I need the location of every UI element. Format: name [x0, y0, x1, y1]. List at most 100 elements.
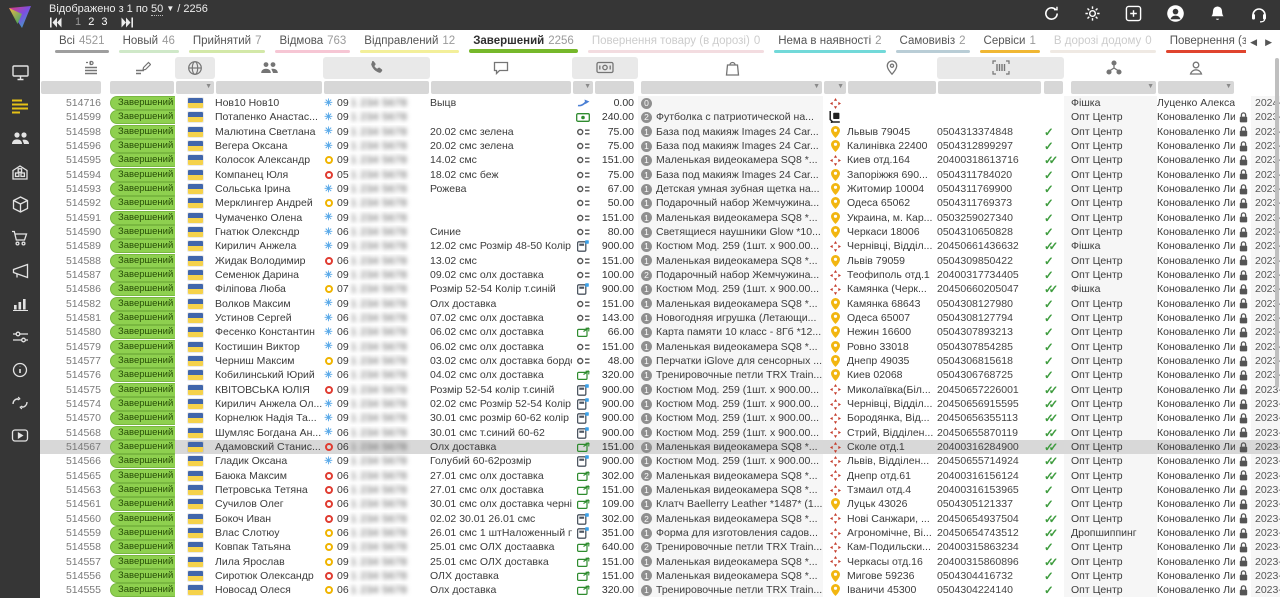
tab-6[interactable]: Завершений2256	[464, 30, 583, 55]
column-filter-input[interactable]	[110, 81, 174, 94]
column-header-comment[interactable]	[430, 57, 572, 79]
table-row[interactable]: 514587ЗавершенийСеменюк Дарина✳091 234 5…	[40, 268, 1280, 282]
table-row[interactable]: 514567ЗавершенийАдамовский Станис...061 …	[40, 440, 1280, 454]
tab-5[interactable]: Відправлений12	[355, 30, 464, 55]
dashboard-monitor-icon[interactable]	[0, 56, 40, 89]
table-row[interactable]: 514590ЗавершенийГнатюк Олексндр✳061 234 …	[40, 225, 1280, 239]
table-row[interactable]: 514558ЗавершенийКовпак Татьяна091 234 56…	[40, 540, 1280, 554]
table-row[interactable]: 514588ЗавершенийЖидак Володимир061 234 5…	[40, 254, 1280, 268]
table-row[interactable]: 514589ЗавершенийКирилич Анжела✳091 234 5…	[40, 239, 1280, 253]
filter-dropdown-icon[interactable]: ▼	[1147, 83, 1154, 90]
refresh-icon[interactable]	[1043, 5, 1060, 22]
info-icon[interactable]	[0, 353, 40, 386]
filter-dropdown-icon[interactable]: ▼	[205, 83, 212, 90]
table-row[interactable]: 514580ЗавершенийФесенко Константин✳061 2…	[40, 325, 1280, 339]
notifications-bell-icon[interactable]	[1209, 5, 1226, 23]
table-row[interactable]: 514555ЗавершенийНовосад Олеся061 234 567…	[40, 583, 1280, 597]
table-row[interactable]: 514561ЗавершенийСучилов Олег061 234 5678…	[40, 497, 1280, 511]
column-filter-input[interactable]: ▼	[824, 81, 846, 94]
column-header-status[interactable]	[108, 57, 175, 79]
table-row[interactable]: 514557ЗавершенийЛила Ярослав091 234 5678…	[40, 555, 1280, 569]
column-header-phone[interactable]	[323, 57, 430, 79]
table-row[interactable]: 514559ЗавершенийВлас Слотюу061 234 56782…	[40, 526, 1280, 540]
table-row[interactable]: 514577ЗавершенийЧерниш Максим091 234 567…	[40, 354, 1280, 368]
page-size-caret-icon[interactable]: ▼	[166, 4, 174, 13]
statistics-chart-icon[interactable]	[0, 287, 40, 320]
page-size-select[interactable]: 50	[151, 3, 163, 16]
table-row[interactable]: 514586ЗавершенийФіліпова Люба071 234 567…	[40, 282, 1280, 296]
company-structure-icon[interactable]	[0, 155, 40, 188]
table-row[interactable]: 514566ЗавершенийГладик Оксана✳091 234 56…	[40, 454, 1280, 468]
table-row[interactable]: 514575ЗавершенийКВІТОВСЬКА ЮЛІЯ091 234 5…	[40, 383, 1280, 397]
column-filter-input[interactable]	[431, 81, 571, 94]
partners-handshake-icon[interactable]	[0, 386, 40, 419]
table-row[interactable]: 514560ЗавершенийБокоч Иван091 234 567802…	[40, 512, 1280, 526]
tabs-scroll-right-icon[interactable]: ▶	[1265, 37, 1272, 48]
column-filter-input[interactable]	[938, 81, 1041, 94]
table-row[interactable]: 514591ЗавершенийЧумаченко Олена✳091 234 …	[40, 211, 1280, 225]
column-filter-input[interactable]: ▼	[1158, 81, 1234, 94]
tab-9[interactable]: Самовивіз2	[891, 30, 975, 55]
tabs-scroll-left-icon[interactable]: ◀	[1250, 37, 1257, 48]
filter-dropdown-icon[interactable]: ▼	[837, 83, 844, 90]
last-page-button[interactable]	[121, 17, 134, 28]
tab-10[interactable]: Сервіси1	[975, 30, 1045, 55]
first-page-button[interactable]	[49, 17, 62, 28]
purchases-cart-icon[interactable]	[0, 221, 40, 254]
table-row[interactable]: 514596ЗавершенийВегера Оксана✳091 234 56…	[40, 139, 1280, 153]
add-new-icon[interactable]	[1125, 5, 1142, 22]
support-headset-icon[interactable]	[1250, 5, 1268, 23]
column-header-country[interactable]	[175, 57, 215, 79]
column-header-delivery-type[interactable]	[823, 57, 847, 79]
table-row[interactable]: 514556ЗавершенийСиротюк Олександр091 234…	[40, 569, 1280, 583]
column-filter-input[interactable]: ▼	[1071, 81, 1156, 94]
table-row[interactable]: 514570ЗавершенийКорнелюк Надія Та...✳091…	[40, 411, 1280, 425]
table-row[interactable]: 514594ЗавершенийКомпанец Юля051 234 5678…	[40, 168, 1280, 182]
tab-2[interactable]: Новый46	[114, 30, 184, 55]
column-filter-input[interactable]: ▼	[641, 81, 822, 94]
vertical-scrollbar[interactable]	[1275, 58, 1279, 388]
page-number-2[interactable]: 2	[86, 16, 96, 28]
filter-dropdown-icon[interactable]: ▼	[584, 83, 591, 90]
column-filter-input[interactable]	[216, 81, 322, 94]
table-row[interactable]: 514716ЗавершенийНов10 Нов10✳091 234 5678…	[40, 96, 1280, 110]
table-row[interactable]: 514579ЗавершенийКостишин Виктор✳091 234 …	[40, 340, 1280, 354]
campaigns-megaphone-icon[interactable]	[0, 254, 40, 287]
page-number-1[interactable]: 1	[73, 16, 83, 28]
column-filter-input[interactable]	[1044, 81, 1063, 94]
table-row[interactable]: 514563ЗавершенийПетровська Тетяна061 234…	[40, 483, 1280, 497]
tab-4[interactable]: Відмова763	[270, 30, 355, 55]
column-filter-input[interactable]	[41, 81, 101, 94]
column-header-location[interactable]	[847, 57, 937, 79]
column-header-products[interactable]	[638, 57, 823, 79]
table-row[interactable]: 514582ЗавершенийВолков Максим✳091 234 56…	[40, 297, 1280, 311]
column-header-manager[interactable]	[1157, 57, 1235, 79]
column-header-customer[interactable]	[215, 57, 323, 79]
column-header-ttn[interactable]	[937, 57, 1064, 79]
contacts-icon[interactable]	[0, 122, 40, 155]
column-filter-input[interactable]: ▼	[176, 81, 214, 94]
column-header-payment[interactable]	[572, 57, 638, 79]
tab-8[interactable]: Нема в наявності2	[769, 30, 890, 55]
column-filter-input[interactable]	[595, 81, 634, 94]
settings-sliders-icon[interactable]	[0, 320, 40, 353]
tab-11[interactable]: В дорозі додому0	[1045, 30, 1161, 55]
table-row[interactable]: 514576ЗавершенийКобилинський Юрий✳061 23…	[40, 368, 1280, 382]
table-row[interactable]: 514565ЗавершенийБаюка Максим061 234 5678…	[40, 469, 1280, 483]
orders-list-icon[interactable]	[0, 89, 40, 122]
video-tutorials-icon[interactable]	[0, 419, 40, 452]
column-filter-input[interactable]	[848, 81, 936, 94]
column-filter-input[interactable]: ▼	[573, 81, 593, 94]
table-row[interactable]: 514581ЗавершенийУстинов Сергей✳061 234 5…	[40, 311, 1280, 325]
table-row[interactable]: 514592ЗавершенийМерклингер Андрей091 234…	[40, 196, 1280, 210]
table-row[interactable]: 514593ЗавершенийСольська Ірина✳091 234 5…	[40, 182, 1280, 196]
page-number-3[interactable]: 3	[99, 16, 109, 28]
column-header-sales-channel[interactable]	[1064, 57, 1157, 79]
filter-dropdown-icon[interactable]: ▼	[813, 83, 820, 90]
table-row[interactable]: 514599ЗавершенийПотапенко Анастас...✳091…	[40, 110, 1280, 124]
tab-3[interactable]: Прийнятий7	[184, 30, 271, 55]
table-row[interactable]: 514595ЗавершенийКолосок Александр091 234…	[40, 153, 1280, 167]
table-row[interactable]: 514574ЗавершенийКирилич Анжела Ол...✳091…	[40, 397, 1280, 411]
table-row[interactable]: 514598ЗавершенийМалютина Светлана✳091 23…	[40, 125, 1280, 139]
tab-1[interactable]: Всі4521	[50, 30, 114, 55]
